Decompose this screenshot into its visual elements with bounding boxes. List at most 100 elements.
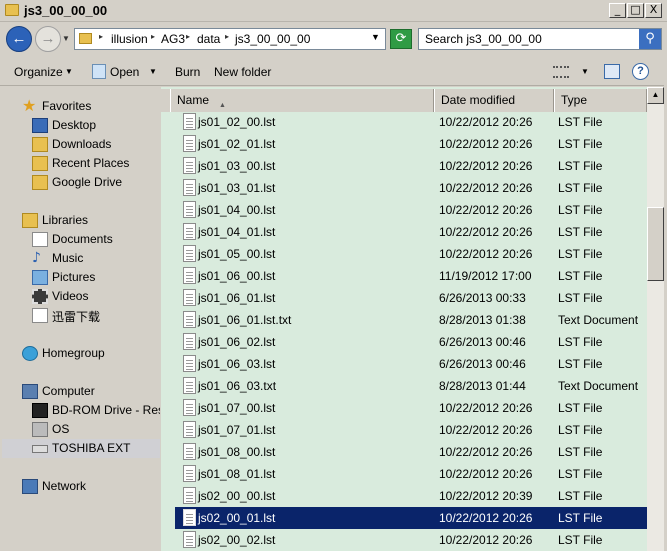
column-header-name[interactable]: Name ▲ (170, 89, 434, 112)
new-folder-button[interactable]: New folder (214, 65, 271, 79)
nav-item-label: Network (42, 479, 87, 493)
breadcrumb-separator-icon[interactable]: ▸ (225, 32, 229, 41)
search-icon[interactable]: ⚲ (639, 29, 661, 49)
file-date-modified: 10/22/2012 20:26 (439, 511, 533, 525)
chevron-down-icon[interactable]: ▼ (581, 67, 589, 76)
pictures-icon (32, 270, 48, 285)
file-row[interactable]: js01_02_00.lst 10/22/2012 20:26 LST File (175, 111, 647, 133)
file-row[interactable]: js01_06_01.lst 6/26/2013 00:33 LST File (175, 287, 647, 309)
file-type: Text Document (558, 313, 639, 327)
nav-item-label: Pictures (52, 270, 96, 284)
file-name: js01_02_00.lst (198, 115, 276, 129)
file-icon (183, 465, 196, 482)
file-row[interactable]: js02_00_00.lst 10/22/2012 20:39 LST File (175, 485, 647, 507)
refresh-button[interactable]: ⟳ (390, 29, 412, 49)
open-button[interactable]: Open (110, 65, 139, 79)
column-header-type[interactable]: Type (554, 89, 647, 112)
navigation-pane: ★ Favorites Desktop Downloads Recent Pla… (0, 87, 160, 551)
file-date-modified: 6/26/2013 00:46 (439, 335, 526, 349)
file-row[interactable]: js01_06_02.lst 6/26/2013 00:46 LST File (175, 331, 647, 353)
recent-pages-dropdown-icon[interactable]: ▼ (62, 34, 70, 43)
file-date-modified: 10/22/2012 20:26 (439, 445, 533, 459)
nav-item-toshiba-ext[interactable]: TOSHIBA EXT (2, 439, 160, 458)
file-row[interactable]: js01_07_01.lst 10/22/2012 20:26 LST File (175, 419, 647, 441)
file-row[interactable]: js01_02_01.lst 10/22/2012 20:26 LST File (175, 133, 647, 155)
recent-places-icon (32, 156, 48, 171)
desktop-icon (32, 118, 48, 133)
nav-item-label: Libraries (42, 213, 89, 227)
google-drive-icon (32, 175, 48, 190)
file-row[interactable]: js01_05_00.lst 10/22/2012 20:26 LST File (175, 243, 647, 265)
breadcrumb-current-folder[interactable]: js3_00_00_00 (235, 32, 310, 46)
file-row[interactable]: js01_07_00.lst 10/22/2012 20:26 LST File (175, 397, 647, 419)
file-date-modified: 10/22/2012 20:26 (439, 137, 533, 151)
scroll-up-icon[interactable]: ▲ (647, 87, 664, 104)
external-drive-icon (32, 445, 48, 453)
minimize-button[interactable]: _ (609, 3, 626, 18)
preview-pane-icon[interactable] (604, 64, 620, 79)
file-row[interactable]: js01_06_03.lst 6/26/2013 00:46 LST File (175, 353, 647, 375)
file-row[interactable]: js01_06_00.lst 11/19/2012 17:00 LST File (175, 265, 647, 287)
scroll-thumb[interactable] (647, 207, 664, 281)
nav-item-label: Desktop (52, 118, 97, 132)
file-row[interactable]: js01_03_00.lst 10/22/2012 20:26 LST File (175, 155, 647, 177)
nav-item-label: BD-ROM Drive - Reside (52, 403, 160, 417)
chevron-down-icon[interactable]: ▼ (149, 67, 157, 76)
close-button[interactable]: X (645, 3, 662, 18)
file-icon (183, 135, 196, 152)
file-row[interactable]: js01_06_03.txt 8/28/2013 01:44 Text Docume… (175, 375, 647, 397)
file-name: js01_05_00.lst (198, 247, 276, 261)
disc-drive-icon (32, 403, 48, 418)
file-type: LST File (558, 181, 603, 195)
file-row[interactable]: js01_06_01.lst.txt 8/28/2013 01:38 Text Do… (175, 309, 647, 331)
forward-button[interactable]: → (35, 26, 61, 52)
nav-item-label: OS (52, 422, 70, 436)
file-date-modified: 10/22/2012 20:26 (439, 225, 533, 239)
burn-button[interactable]: Burn (175, 65, 200, 79)
file-row[interactable]: js01_08_01.lst 10/22/2012 20:26 LST File (175, 463, 647, 485)
breadcrumb-separator-icon[interactable]: ▸ (151, 32, 155, 41)
breadcrumb-separator-icon[interactable]: ▸ (186, 32, 190, 41)
address-bar: ← → ▼ ▸ illusion ▸ AG3 ▸ data ▸ js3_00_0… (0, 22, 667, 58)
file-name: js01_06_01.lst.txt (198, 313, 292, 327)
file-name: js01_07_00.lst (198, 401, 276, 415)
file-row[interactable]: js01_04_00.lst 10/22/2012 20:26 LST File (175, 199, 647, 221)
help-icon[interactable]: ? (632, 63, 649, 80)
column-header-date-modified[interactable]: Date modified (434, 89, 554, 112)
film-strip-icon (32, 289, 48, 304)
address-field[interactable]: ▸ illusion ▸ AG3 ▸ data ▸ js3_00_00_00 ▼ (74, 28, 386, 50)
file-type: LST File (558, 291, 603, 305)
downloads-folder-icon (32, 137, 48, 152)
breadcrumb-data[interactable]: data (197, 32, 220, 46)
file-row[interactable]: js02_00_02.lst 10/22/2012 20:26 LST File (175, 529, 647, 551)
file-icon (183, 245, 196, 262)
vertical-scrollbar[interactable]: ▲ (647, 87, 664, 551)
breadcrumb-ag3[interactable]: AG3 (161, 32, 185, 46)
chevron-down-icon[interactable]: ▼ (65, 67, 73, 76)
file-row[interactable]: js02_00_01.lst 10/22/2012 20:26 LST File (175, 507, 647, 529)
maximize-button[interactable]: □ (627, 3, 644, 18)
file-type: LST File (558, 357, 603, 371)
file-row[interactable]: js01_04_01.lst 10/22/2012 20:26 LST File (175, 221, 647, 243)
search-input[interactable]: Search js3_00_00_00 ⚲ (418, 28, 662, 50)
file-type: LST File (558, 511, 603, 525)
file-list: Name ▲ Date modified Type js01_02_00.lst… (161, 87, 647, 551)
back-button[interactable]: ← (6, 26, 32, 52)
organize-button[interactable]: Organize (14, 65, 63, 79)
address-dropdown-icon[interactable]: ▼ (371, 32, 380, 42)
file-date-modified: 10/22/2012 20:26 (439, 467, 533, 481)
file-icon (183, 421, 196, 438)
breadcrumb-separator-icon[interactable]: ▸ (99, 32, 103, 41)
documents-icon (32, 232, 48, 247)
text-document-icon (183, 311, 196, 328)
file-type: LST File (558, 401, 603, 415)
file-row[interactable]: js01_08_00.lst 10/22/2012 20:26 LST File (175, 441, 647, 463)
file-icon (183, 267, 196, 284)
nav-item-label: Videos (52, 289, 89, 303)
file-icon (183, 157, 196, 174)
breadcrumb-illusion[interactable]: illusion (111, 32, 148, 46)
folder-icon (5, 4, 19, 16)
network-icon (22, 479, 38, 494)
change-view-icon[interactable] (553, 66, 569, 78)
file-row[interactable]: js01_03_01.lst 10/22/2012 20:26 LST File (175, 177, 647, 199)
